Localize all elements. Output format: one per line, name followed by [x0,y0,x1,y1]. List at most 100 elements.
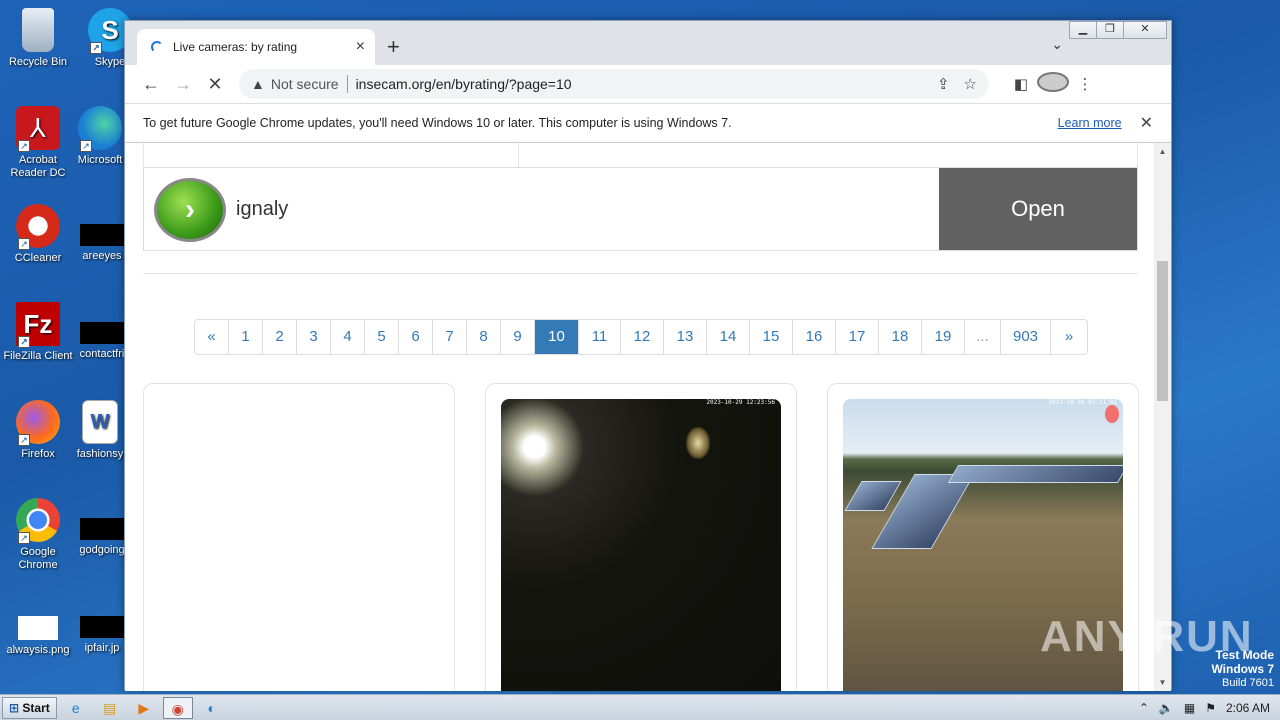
back-button[interactable]: ← [135,74,167,95]
taskbar-media-player-icon[interactable]: ▶ [129,697,159,719]
infobar-close-icon[interactable]: ✕ [1140,113,1153,133]
pagination-page[interactable]: 6 [399,320,433,354]
image-file-icon [18,616,58,640]
taskbar: ⊞ Start e ▤ ▶ ◉ ◐ ⌃ 🔈 ▦ ⚑ 2:06 AM [0,694,1280,720]
profile-button[interactable] [1037,72,1069,96]
pagination-prev[interactable]: « [195,320,229,354]
pagination-page[interactable]: 18 [879,320,922,354]
file-icon [80,518,124,540]
solar-panel [844,481,902,511]
test-mode-line: Windows 7 [1211,662,1274,676]
avatar-icon [1037,72,1069,92]
ad-banner[interactable]: › ignaly Open [143,167,1138,251]
loading-spinner-icon [151,41,163,53]
bookmark-star-icon[interactable]: ☆ [964,75,977,93]
pagination-page[interactable]: 16 [793,320,836,354]
firefox-icon: ↗ [16,400,60,446]
pagination-page[interactable]: 4 [331,320,365,354]
top-strip [143,143,1138,167]
ad-open-button[interactable]: Open [939,168,1137,250]
tab-search-chevron-icon[interactable]: ⌄ [1051,36,1063,53]
desktop-icon-label: Acrobat Reader DC [10,154,66,179]
new-tab-button[interactable]: + [387,34,400,60]
browser-toolbar: ← → ✕ ▲ Not secure insecam.org/en/byrati… [125,65,1171,103]
pagination-page[interactable]: 12 [621,320,664,354]
pagination-page[interactable]: 11 [579,320,621,354]
url-text[interactable]: insecam.org/en/byrating/?page=10 [356,76,923,92]
edge-icon: ↗ [78,106,122,152]
system-tray: ⌃ 🔈 ▦ ⚑ 2:06 AM [1139,695,1280,720]
desktop-icon-label: areeyes [82,250,122,262]
address-bar[interactable]: ▲ Not secure insecam.org/en/byrating/?pa… [239,69,989,99]
clock[interactable]: 2:06 AM [1226,701,1270,715]
windows-logo-icon: ⊞ [9,700,20,715]
taskbar-ie-icon[interactable]: e [61,697,91,719]
ccleaner-icon: ↗ [16,204,60,250]
start-label: Start [22,700,50,715]
side-panel-icon[interactable]: ◧ [1005,75,1037,93]
camera-light [686,427,710,459]
pagination-page[interactable]: 15 [750,320,793,354]
camera-card[interactable]: 2023-10-29 12:23:56 [485,383,797,691]
test-mode-notice: Test Mode Windows 7 Build 7601 [1211,648,1274,690]
desktop-icon-label: Microsoft [77,154,123,166]
page-scrollbar[interactable]: ▲ ▼ [1154,143,1171,691]
pagination-page[interactable]: 13 [664,320,707,354]
window-controls: ▁ ❐ ✕ [1069,21,1167,39]
pagination-page[interactable]: 903 [1001,320,1051,354]
ad-name: ignaly [236,198,289,220]
scroll-up-arrow-icon[interactable]: ▲ [1154,147,1171,156]
tray-expand-icon[interactable]: ⌃ [1139,701,1149,715]
pagination-ellipsis: ... [965,320,1001,354]
start-button[interactable]: ⊞ Start [2,696,57,719]
restore-button[interactable]: ❐ [1096,21,1124,39]
browser-tab[interactable]: Live cameras: by rating × [137,29,375,65]
taskbar-explorer-icon[interactable]: ▤ [95,697,125,719]
pagination: «1 2 3 4 5 6 7 8 9 10 11 12 13 14 15 16 17 18 19... 903» [194,319,1088,355]
pagination-page[interactable]: 14 [707,320,750,354]
pagination-page[interactable]: 1 [229,320,263,354]
security-label[interactable]: Not secure [271,76,339,92]
pagination-page[interactable]: 3 [297,320,331,354]
pagination-next[interactable]: » [1051,320,1087,354]
stop-loading-button[interactable]: ✕ [199,74,231,95]
menu-kebab-icon[interactable]: ⋮ [1069,75,1101,93]
learn-more-link[interactable]: Learn more [1058,116,1122,130]
camera-image[interactable]: 2023-10-29 12:23:56 [501,399,781,691]
warning-icon[interactable]: ▲ [251,76,265,92]
taskbar-chrome-icon[interactable]: ◉ [162,696,193,719]
action-center-flag-icon[interactable]: ⚑ [1205,701,1216,715]
ad-logo-icon: › [154,178,226,242]
chrome-window: Live cameras: by rating × + ⌄ ▁ ❐ ✕ ← → … [124,20,1172,691]
test-mode-line: Test Mode [1215,648,1274,662]
pagination-page[interactable]: 19 [922,320,965,354]
desktop-icon-label: fashionsy [76,448,124,460]
pagination-page[interactable]: 8 [467,320,501,354]
desktop-icon-recycle-bin[interactable]: Recycle Bin [0,8,76,69]
solar-panel [947,465,1123,483]
desktop-icon-label: godgoing [79,544,125,556]
network-icon[interactable]: ▦ [1184,701,1195,715]
pagination-page[interactable]: 9 [501,320,535,354]
scroll-down-arrow-icon[interactable]: ▼ [1154,678,1171,687]
pagination-page[interactable]: 17 [836,320,879,354]
taskbar-edge-icon[interactable]: ◐ [197,697,227,719]
desktop-icon-label: CCleaner [14,252,62,264]
scrollbar-thumb[interactable] [1157,261,1168,401]
desktop-icon-label: Recycle Bin [8,56,68,68]
volume-icon[interactable]: 🔈 [1159,701,1174,715]
recycle-bin-icon [22,8,54,52]
pagination-page[interactable]: 7 [433,320,467,354]
pagination-page[interactable]: 5 [365,320,399,354]
pagination-page[interactable]: 2 [263,320,297,354]
pagination-page[interactable]: 10 [535,320,579,354]
close-window-button[interactable]: ✕ [1123,21,1167,39]
forward-button[interactable]: → [167,74,199,95]
share-icon[interactable]: ⇪ [937,75,950,93]
tab-close-icon[interactable]: × [356,38,365,56]
minimize-button[interactable]: ▁ [1069,21,1097,39]
update-infobar: To get future Google Chrome updates, you… [125,103,1171,143]
desktop-icon-label: Skype [94,56,126,68]
camera-card[interactable] [143,383,455,691]
desktop-icon-label: FileZilla Client [3,350,73,362]
